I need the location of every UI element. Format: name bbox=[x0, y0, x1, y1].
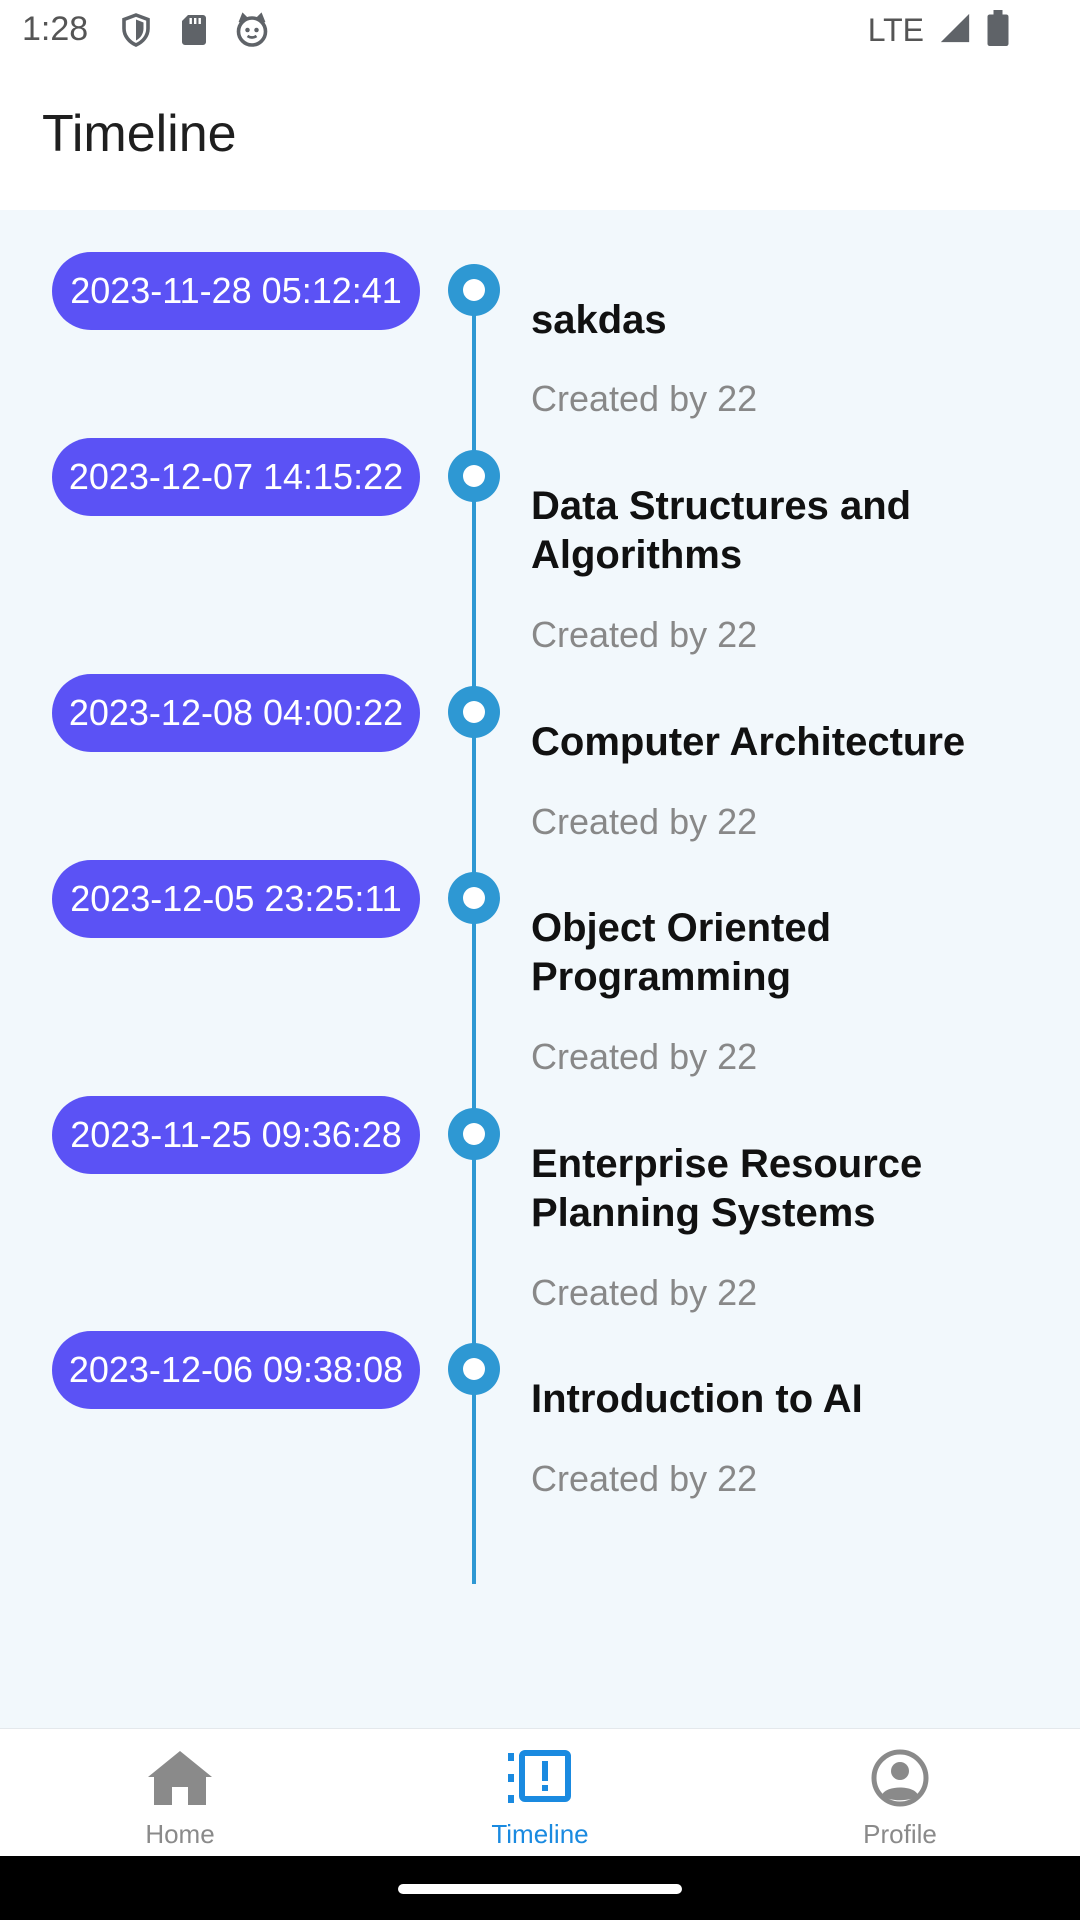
timeline-node-icon bbox=[448, 872, 500, 924]
item-title: Enterprise Resource Planning Systems bbox=[531, 1142, 923, 1235]
screen: 1:28 LTE Timeline 2023-11-28 05:12:41 sa… bbox=[0, 0, 1080, 1920]
item-creator: Created by 22 bbox=[531, 801, 758, 842]
item-title: sakdas bbox=[531, 298, 667, 342]
home-icon bbox=[146, 1747, 214, 1809]
date-badge: 2023-11-25 09:36:28 bbox=[52, 1096, 420, 1174]
network-type: LTE bbox=[867, 12, 924, 48]
app-bar: Timeline bbox=[0, 62, 1080, 210]
timeline-node-icon bbox=[448, 450, 500, 502]
timeline-node-icon bbox=[448, 686, 500, 738]
battery-icon bbox=[986, 10, 1010, 51]
timeline-node-icon bbox=[448, 1343, 500, 1395]
item-title: Computer Architecture bbox=[531, 720, 966, 764]
item-creator: Created by 22 bbox=[531, 1272, 758, 1313]
timeline-list[interactable]: 2023-11-28 05:12:41 sakdas Created by 22… bbox=[0, 210, 1080, 1728]
item-creator: Created by 22 bbox=[531, 614, 758, 655]
timeline-node-icon bbox=[448, 1108, 500, 1160]
date-badge: 2023-12-07 14:15:22 bbox=[52, 438, 420, 516]
item-creator: Created by 22 bbox=[531, 1036, 758, 1077]
date-badge: 2023-11-28 05:12:41 bbox=[52, 252, 420, 330]
date-badge: 2023-12-05 23:25:11 bbox=[52, 860, 420, 938]
item-title: Introduction to AI bbox=[531, 1377, 863, 1421]
date-badge: 2023-12-08 04:00:22 bbox=[52, 674, 420, 752]
status-icons-right: LTE bbox=[868, 10, 1010, 51]
item-title: Object Oriented Programming bbox=[531, 906, 832, 999]
nav-item-timeline[interactable]: Timeline bbox=[360, 1729, 720, 1857]
nav-item-profile[interactable]: Profile bbox=[720, 1729, 1080, 1857]
status-icons-left bbox=[118, 12, 270, 48]
shield-icon bbox=[118, 12, 154, 48]
item-creator: Created by 22 bbox=[531, 1458, 758, 1499]
item-title: Data Structures and Algorithms bbox=[531, 484, 912, 577]
profile-icon bbox=[866, 1747, 934, 1809]
nav-item-home[interactable]: Home bbox=[0, 1729, 360, 1857]
system-nav-bar bbox=[0, 1856, 1080, 1920]
status-bar: 1:28 LTE bbox=[0, 0, 1080, 62]
page-title: Timeline bbox=[42, 105, 237, 163]
nav-label-home: Home bbox=[145, 1819, 215, 1849]
nav-label-timeline: Timeline bbox=[491, 1819, 589, 1849]
timeline-node-icon bbox=[448, 264, 500, 316]
nav-label-profile: Profile bbox=[863, 1819, 937, 1849]
status-time: 1:28 bbox=[22, 10, 89, 48]
home-gesture-handle[interactable] bbox=[398, 1884, 682, 1894]
cat-face-icon bbox=[234, 12, 270, 48]
date-badge: 2023-12-06 09:38:08 bbox=[52, 1331, 420, 1409]
bottom-nav: Home Timeline Profile bbox=[0, 1728, 1080, 1856]
sd-card-icon bbox=[176, 12, 212, 48]
timeline-icon bbox=[506, 1747, 574, 1809]
item-creator: Created by 22 bbox=[531, 378, 758, 419]
signal-icon bbox=[938, 11, 972, 50]
